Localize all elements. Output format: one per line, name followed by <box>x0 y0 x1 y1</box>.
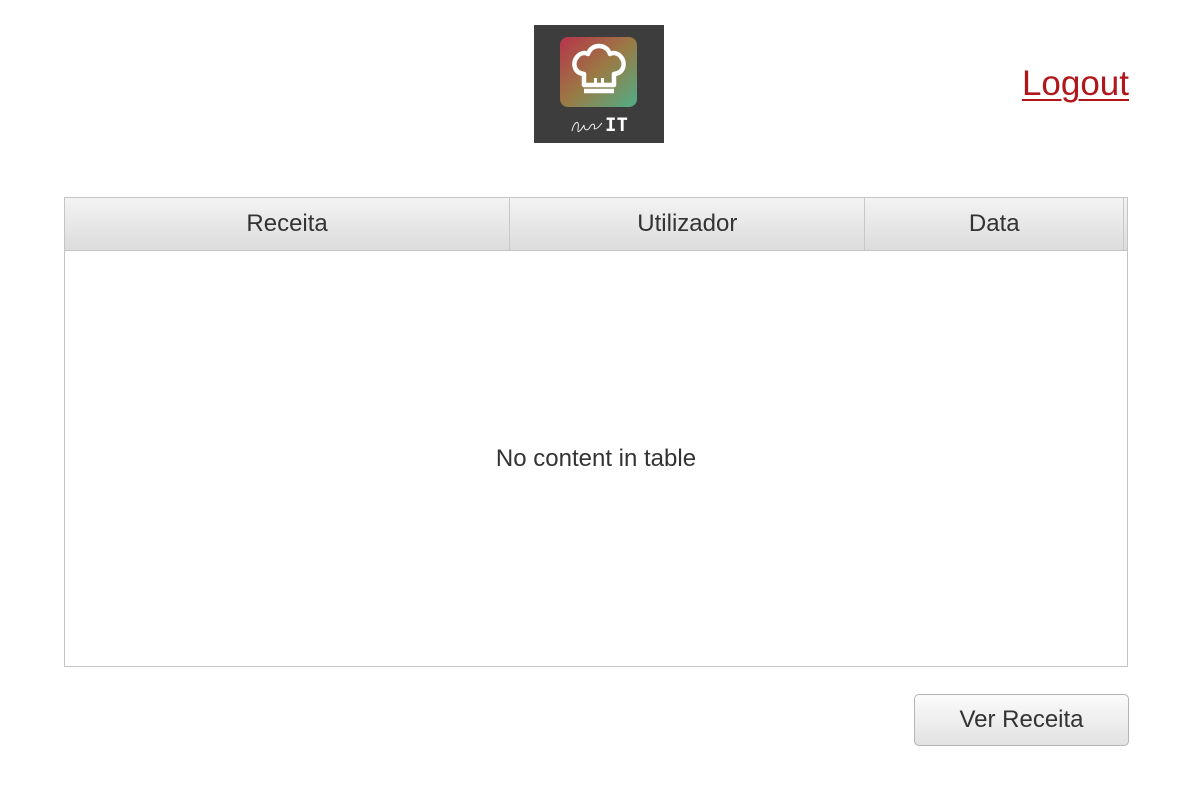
app-window: IT Logout Receita Utilizador Data No con… <box>0 0 1198 794</box>
table-header: Receita Utilizador Data <box>65 198 1127 251</box>
empty-table-placeholder: No content in table <box>495 445 697 472</box>
logo-wordmark: IT <box>605 114 628 136</box>
view-recipe-button[interactable]: Ver Receita <box>914 694 1129 746</box>
table-body[interactable]: No content in table <box>65 251 1127 666</box>
chef-hat-icon: IT <box>560 37 637 136</box>
column-header-data[interactable]: Data <box>865 198 1124 250</box>
chefit-logo: IT <box>534 25 664 143</box>
column-header-utilizador[interactable]: Utilizador <box>510 198 866 250</box>
logout-link[interactable]: Logout <box>1022 64 1129 104</box>
column-header-receita[interactable]: Receita <box>65 198 511 250</box>
recipes-table: Receita Utilizador Data No content in ta… <box>64 197 1128 667</box>
